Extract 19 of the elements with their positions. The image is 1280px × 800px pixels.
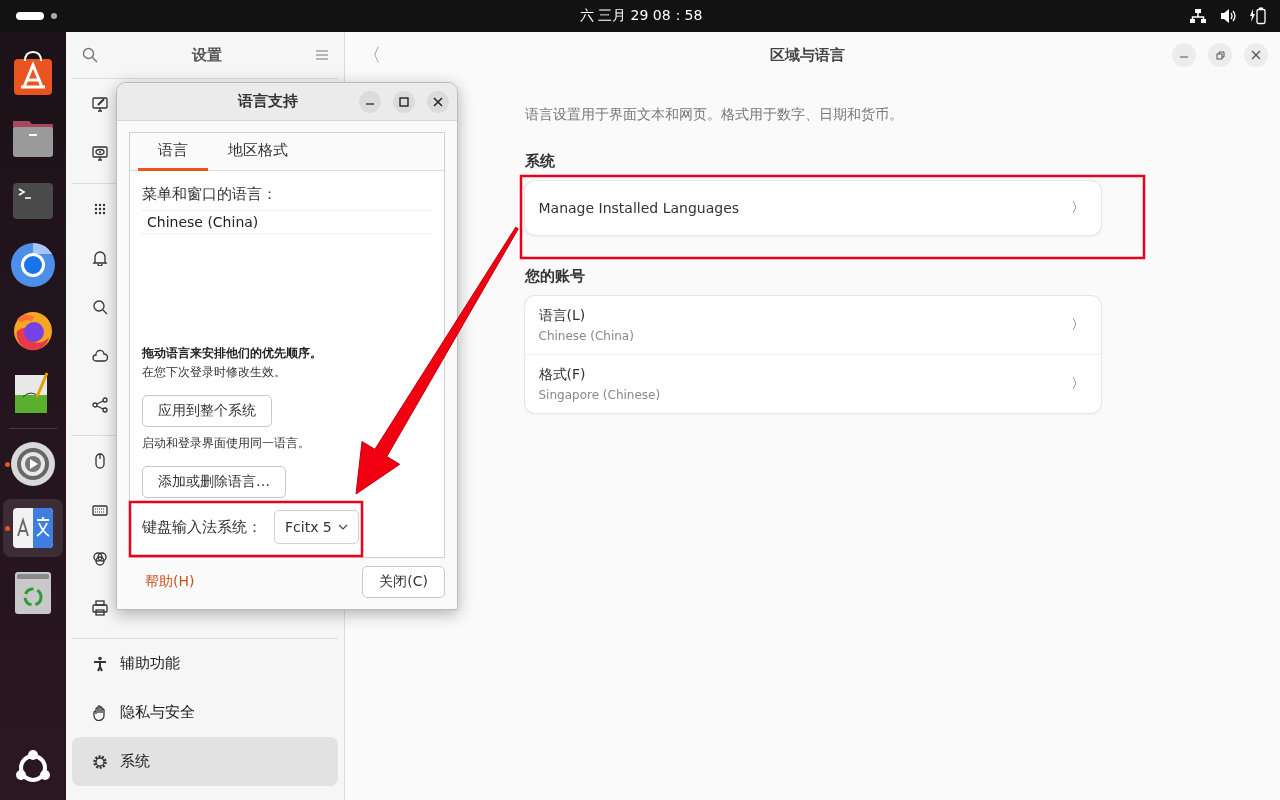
chevron-icon: 〉	[1070, 199, 1085, 217]
row-subtitle: Chinese (China)	[538, 329, 634, 343]
row-title: 格式(F)	[538, 366, 587, 384]
section-heading: 系统	[524, 152, 556, 171]
field-label: 键盘输入法系统：	[142, 517, 262, 537]
row-title: Manage Installed Languages	[538, 200, 740, 216]
list-label: 菜单和窗口的语言：	[142, 185, 277, 204]
dialog-title: 语言支持	[236, 92, 299, 111]
sidebar-title: 设置	[192, 45, 222, 65]
hint-text: 在您下次登录时修改生效。	[142, 364, 286, 381]
hint-text: 启动和登录界面使用同一语言。	[142, 435, 310, 452]
chevron-icon: 〉	[1070, 316, 1085, 334]
section-heading: 您的账号	[524, 267, 586, 286]
row-title: 语言(L)	[538, 307, 587, 325]
chevron-icon: 〉	[1070, 375, 1085, 393]
hint-text: 拖动语言来安排他们的优先顺序。	[142, 345, 322, 362]
description-text: 语言设置用于界面文本和网页。格式用于数字、日期和货币。	[524, 106, 904, 124]
page-title: 区域与语言	[769, 45, 846, 65]
row-subtitle: Singapore (Chinese)	[538, 388, 661, 402]
